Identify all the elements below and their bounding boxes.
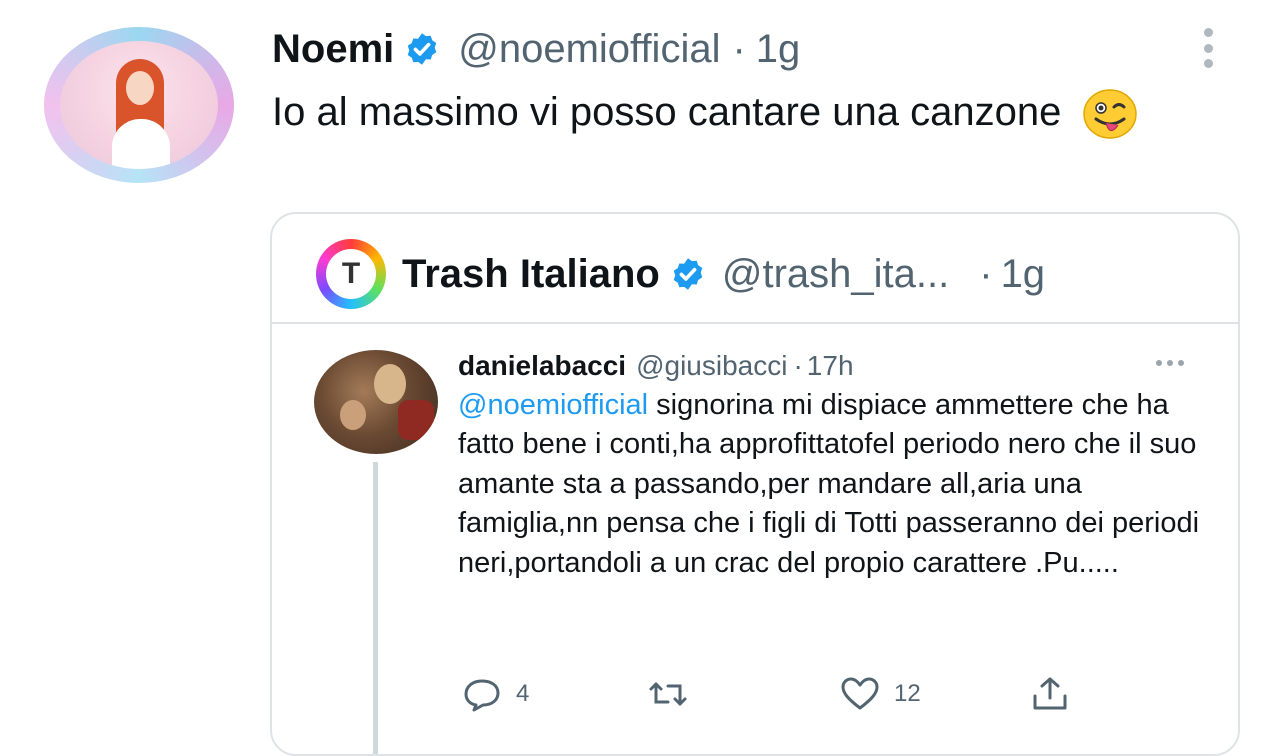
- like-action[interactable]: 12: [840, 676, 921, 712]
- quote-separator: ·: [979, 251, 993, 296]
- like-count: 12: [894, 680, 921, 707]
- more-horizontal-icon[interactable]: [1156, 360, 1184, 366]
- share-icon: [1033, 677, 1067, 710]
- tweet-text: Io al massimo vi posso cantare una canzo…: [272, 84, 1172, 140]
- winking-tongue-emoji-icon: [1083, 89, 1138, 140]
- quote-avatar[interactable]: T: [316, 239, 386, 309]
- quote-author-name[interactable]: Trash Italiano: [402, 252, 660, 297]
- reply-author-name[interactable]: danielabacci: [458, 350, 626, 382]
- reply-count: 4: [516, 680, 530, 707]
- author-name[interactable]: Noemi: [272, 25, 394, 73]
- author-handle[interactable]: @noemiofficial: [458, 25, 720, 73]
- tweet-time[interactable]: 1g: [756, 25, 801, 73]
- verified-badge-icon: [408, 33, 437, 65]
- quote-avatar-letter: T: [326, 249, 376, 299]
- quote-author-handle[interactable]: @trash_ita...: [722, 252, 949, 297]
- more-vertical-icon[interactable]: [1196, 28, 1220, 68]
- retweet-icon: [649, 682, 687, 706]
- reply-mention-link[interactable]: @noemiofficial: [458, 389, 648, 421]
- quote-tweet-card[interactable]: T Trash Italiano @trash_ita... · 1g dani…: [270, 212, 1240, 756]
- reply-time[interactable]: 17h: [807, 350, 854, 382]
- thread-line: [373, 462, 378, 754]
- heart-icon: [841, 677, 879, 710]
- tweet-text-content: Io al massimo vi posso cantare una canzo…: [272, 90, 1062, 134]
- author-avatar[interactable]: [44, 27, 234, 183]
- reply-author-avatar[interactable]: [314, 350, 438, 454]
- reply-text: @noemiofficial signorina mi dispiace amm…: [458, 386, 1218, 583]
- reply-author-handle[interactable]: @giusibacci: [636, 350, 787, 382]
- retweet-action[interactable]: [648, 676, 702, 712]
- reply-action[interactable]: 4: [462, 676, 529, 712]
- quote-header: T Trash Italiano @trash_ita... · 1g: [316, 239, 1046, 309]
- reply-actions: 4 12: [462, 676, 1082, 716]
- quote-divider: [272, 322, 1238, 324]
- reply-separator: ·: [793, 350, 803, 381]
- tweet-header: Noemi @noemiofficial · 1g: [272, 25, 800, 73]
- header-separator: ·: [732, 27, 746, 71]
- share-action[interactable]: [1030, 676, 1070, 712]
- quote-time[interactable]: 1g: [1001, 252, 1046, 297]
- reply-icon: [464, 679, 500, 712]
- author-avatar-photo: [60, 41, 218, 169]
- verified-badge-icon: [673, 258, 703, 290]
- reply-header: danielabacci @giusibacci · 17h: [458, 346, 854, 386]
